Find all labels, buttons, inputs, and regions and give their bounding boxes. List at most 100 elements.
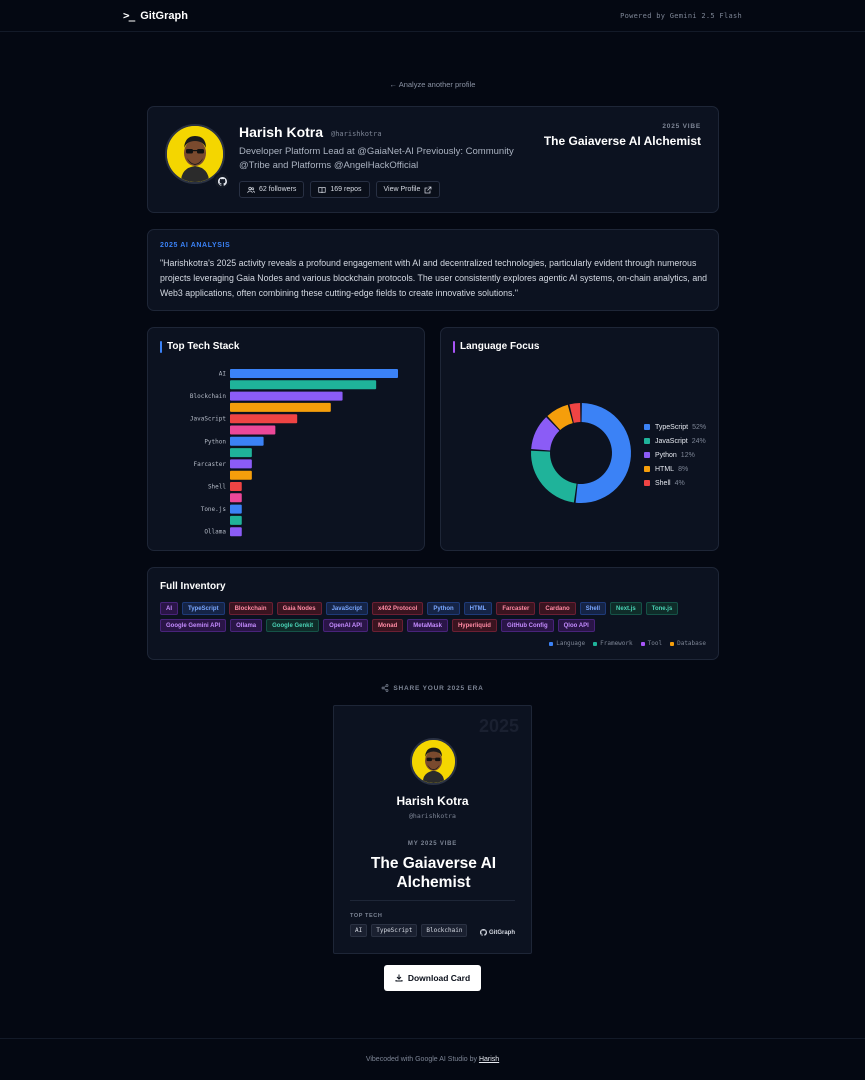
- legend-value: 8%: [678, 465, 689, 473]
- legend-swatch: [640, 641, 645, 646]
- brand-logo[interactable]: >_ GitGraph: [123, 9, 188, 22]
- legend-label: Tool: [647, 640, 663, 647]
- inventory-chip[interactable]: Blockchain: [228, 602, 273, 615]
- share-vibe: The Gaiaverse AI Alchemist: [370, 855, 497, 891]
- legend-label: Python: [655, 451, 677, 459]
- legend-value: 12%: [680, 451, 695, 459]
- inventory-chip[interactable]: Monad: [371, 619, 404, 632]
- inventory-chip[interactable]: TypeScript: [182, 602, 225, 615]
- bar-blockchain: [230, 391, 343, 401]
- inventory-chip[interactable]: Qloo API: [557, 619, 595, 632]
- inventory-chip[interactable]: Next.js: [610, 602, 642, 615]
- analyze-another-link[interactable]: ← Analyze another profile: [390, 80, 476, 89]
- legend-swatch: [549, 641, 554, 646]
- tick-label: Python: [204, 438, 226, 445]
- inventory-chip[interactable]: Python: [427, 602, 460, 615]
- repos-badge: 169 repos: [310, 181, 370, 198]
- share-vibe-label: MY 2025 VIBE: [407, 841, 458, 847]
- inventory-chip[interactable]: JavaScript: [325, 602, 368, 615]
- inventory-chip[interactable]: x402 Protocol: [371, 602, 424, 615]
- bar-next-js: [230, 493, 242, 503]
- bar-x402-protocol: [230, 425, 276, 435]
- brand-name: GitGraph: [140, 9, 188, 22]
- view-profile-button[interactable]: View Profile: [375, 181, 441, 198]
- share-tech-tag: TypeScript: [371, 924, 418, 937]
- inventory-chip[interactable]: Shell: [579, 602, 607, 615]
- share-handle: @harishkotra: [409, 812, 456, 820]
- inventory-chip[interactable]: GitHub Config: [500, 619, 554, 632]
- download-icon: [395, 974, 403, 982]
- legend-label: Database: [677, 640, 706, 647]
- bar-cardano: [230, 470, 252, 480]
- bar-gaia-nodes: [230, 402, 331, 412]
- followers-count: 62 followers: [259, 186, 297, 193]
- legend-label: JavaScript: [655, 437, 688, 445]
- slice-typescript: [575, 403, 631, 503]
- legend-swatch: [644, 466, 650, 472]
- language-legend: TypeScript 52% JavaScript 24% Python 12% HTML 8…: [644, 420, 706, 490]
- tech-stack-card: Top Tech Stack AI Blockchain JavaScript Pyt…: [147, 327, 425, 551]
- vibe-title: The Gaiaverse AI Alchemist: [543, 134, 701, 148]
- bar-ai: [230, 369, 398, 378]
- inventory-legend-item: Language: [549, 640, 585, 647]
- legend-label: Framework: [600, 640, 633, 647]
- profile-card: Harish Kotra @harishkotra Developer Plat…: [147, 106, 719, 213]
- inventory-chip[interactable]: Ollama: [230, 619, 263, 632]
- inventory-chip[interactable]: Gaia Nodes: [276, 602, 322, 615]
- inventory-legend-item: Tool: [640, 640, 663, 647]
- terminal-icon: >_: [123, 9, 135, 22]
- inventory-chip[interactable]: Hyperliquid: [451, 619, 497, 632]
- footer-text: Vibecoded with Google AI Studio by: [365, 1056, 477, 1063]
- download-label: Download Card: [407, 973, 471, 983]
- inventory-chip[interactable]: AI: [160, 602, 178, 615]
- share-tech-tag: AI: [350, 924, 368, 937]
- legend-swatch: [644, 424, 650, 430]
- repos-count: 169 repos: [330, 186, 362, 193]
- inventory-legend-item: Database: [670, 640, 706, 647]
- legend-label: HTML: [655, 465, 675, 473]
- profile-stats: 62 followers 169 repos View Profile: [239, 181, 441, 198]
- share-name: Harish Kotra: [396, 794, 469, 808]
- share-top-tech-tags: AI TypeScript Blockchain: [350, 924, 468, 937]
- footer-author-link[interactable]: Harish: [479, 1056, 499, 1063]
- inventory-chip[interactable]: OpenAI API: [323, 619, 368, 632]
- bar-farcaster: [230, 459, 252, 469]
- share-heading-text: SHARE YOUR 2025 ERA: [393, 684, 484, 692]
- inventory-chip[interactable]: Cardano: [539, 602, 576, 615]
- inventory-title: Full Inventory: [160, 581, 226, 592]
- legend-value: 4%: [674, 479, 685, 487]
- inventory-chip[interactable]: Tone.js: [645, 602, 679, 615]
- legend-label: TypeScript: [655, 423, 689, 431]
- legend-swatch: [593, 641, 598, 646]
- legend-item: Python 12%: [644, 448, 706, 462]
- bar-javascript: [230, 414, 298, 424]
- legend-swatch: [644, 480, 650, 486]
- inventory-chip[interactable]: MetaMask: [407, 619, 448, 632]
- bar-html: [230, 448, 252, 458]
- tick-label: Blockchain: [190, 393, 227, 400]
- book-icon: [318, 186, 326, 193]
- inventory-chip[interactable]: Farcaster: [496, 602, 536, 615]
- legend-item: Shell 4%: [644, 476, 706, 490]
- tick-label: AI: [219, 371, 227, 378]
- vibe-label: 2025 VIBE: [662, 123, 701, 130]
- legend-swatch: [670, 641, 675, 646]
- inventory-chip[interactable]: Google Gemini API: [160, 619, 227, 632]
- analysis-text: "Harishkotra's 2025 activity reveals a p…: [160, 258, 708, 298]
- inventory-chip[interactable]: HTML: [463, 602, 493, 615]
- inventory-legend-item: Framework: [593, 640, 633, 647]
- tick-label: Tone.js: [201, 506, 227, 513]
- legend-label: Shell: [655, 479, 671, 487]
- inventory-chip[interactable]: Google Genkit: [266, 619, 320, 632]
- inventory-legend: Language Framework Tool Database: [549, 640, 706, 647]
- share-brand-name: GitGraph: [488, 929, 515, 936]
- tick-label: JavaScript: [190, 416, 227, 423]
- github-icon: [479, 929, 487, 936]
- download-card-button[interactable]: Download Card: [384, 965, 481, 991]
- tick-label: Ollama: [204, 529, 226, 536]
- users-icon: [247, 186, 255, 193]
- github-icon[interactable]: [213, 172, 231, 190]
- share-brand: GitGraph: [479, 929, 515, 936]
- analysis-label: 2025 AI ANALYSIS: [160, 242, 231, 249]
- bar-qloo-api: [230, 515, 242, 525]
